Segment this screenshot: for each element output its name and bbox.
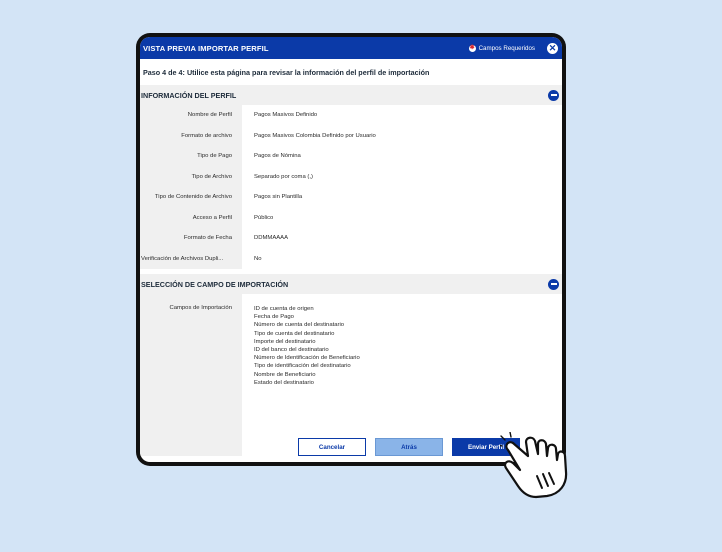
profile-info-table: Nombre de Perfil Pagos Masivos Definido … (140, 105, 562, 269)
profile-row: Nombre de Perfil Pagos Masivos Definido (140, 105, 562, 126)
row-value: Pagos Masivos Definido (254, 112, 318, 119)
required-asterisk-icon: ✱ (468, 44, 476, 52)
list-item: Fecha de Pago (254, 314, 294, 321)
row-value: DDMMAAAA (254, 235, 289, 242)
profile-row: Acceso a Perfil Público (140, 207, 562, 228)
profile-row: Tipo de Pago Pagos de Nómina (140, 146, 562, 167)
row-value: Pagos sin Plantilla (254, 194, 303, 201)
row-value: Pagos Masivos Colombia Definido por Usua… (254, 132, 376, 139)
dialog-titlebar: VISTA PREVIA IMPORTAR PERFIL ✱ Campos Re… (140, 37, 562, 59)
import-fields-table: Campos de Importación ID de cuenta de or… (140, 294, 562, 456)
list-item: Importe del destinatario (254, 338, 316, 345)
dialog-actions: Cancelar Atrás Enviar Perfil (298, 438, 520, 456)
close-icon[interactable]: ✕ (547, 42, 558, 54)
import-fields-label: Campos de Importación (140, 294, 242, 456)
collapse-icon[interactable] (548, 278, 559, 290)
required-fields-label: Campos Requeridos (478, 44, 535, 52)
step-instructions: Paso 4 de 4: Utilice esta página para re… (143, 67, 430, 77)
list-item: Tipo de cuenta del destinatario (254, 330, 335, 337)
list-item: ID del banco del destinatario (254, 347, 329, 354)
profile-row: Formato de archivo Pagos Masivos Colombi… (140, 125, 562, 146)
cancel-button[interactable]: Cancelar (298, 438, 366, 456)
list-item: Número de Identificación de Beneficiario (254, 355, 360, 362)
import-fields-list: ID de cuenta de origen Fecha de Pago Núm… (242, 294, 360, 456)
row-value: No (254, 255, 262, 262)
profile-section-title: INFORMACIÓN DEL PERFIL (141, 90, 237, 100)
row-label: Formato de archivo (140, 125, 242, 146)
list-item: Nombre de Beneficiario (254, 371, 316, 378)
import-section-title: SELECCIÓN DE CAMPO DE IMPORTACIÓN (141, 279, 289, 289)
row-label: Formato de Fecha (140, 228, 242, 249)
list-item: ID de cuenta de origen (254, 306, 314, 312)
import-section-header[interactable]: SELECCIÓN DE CAMPO DE IMPORTACIÓN (140, 274, 562, 294)
profile-section-header[interactable]: INFORMACIÓN DEL PERFIL (140, 85, 562, 105)
row-value: Pagos de Nómina (254, 153, 301, 160)
preview-dialog: VISTA PREVIA IMPORTAR PERFIL ✱ Campos Re… (140, 37, 562, 462)
list-item: Tipo de identificación del destinatario (254, 363, 351, 370)
row-value: Público (254, 214, 274, 221)
profile-row: Verificación de Archivos Dupli... No (140, 248, 562, 269)
list-item: Estado del destinatario (254, 379, 314, 386)
hand-pointer-icon (500, 432, 568, 499)
row-label: Tipo de Contenido de Archivo (140, 187, 242, 208)
collapse-icon[interactable] (548, 89, 559, 101)
profile-row: Tipo de Contenido de Archivo Pagos sin P… (140, 187, 562, 208)
profile-row: Formato de Fecha DDMMAAAA (140, 228, 562, 249)
row-label: Tipo de Pago (140, 146, 242, 167)
required-fields-legend: ✱ Campos Requeridos (468, 44, 535, 52)
dialog-title: VISTA PREVIA IMPORTAR PERFIL (143, 43, 269, 53)
profile-row: Tipo de Archivo Separado por coma (,) (140, 166, 562, 187)
back-button[interactable]: Atrás (375, 438, 443, 456)
row-label: Acceso a Perfil (140, 207, 242, 228)
row-label: Nombre de Perfil (140, 105, 242, 126)
list-item: Número de cuenta del destinatario (254, 322, 345, 329)
row-value: Separado por coma (,) (254, 173, 313, 180)
row-label: Verificación de Archivos Dupli... (140, 248, 242, 269)
row-label: Tipo de Archivo (140, 166, 242, 187)
